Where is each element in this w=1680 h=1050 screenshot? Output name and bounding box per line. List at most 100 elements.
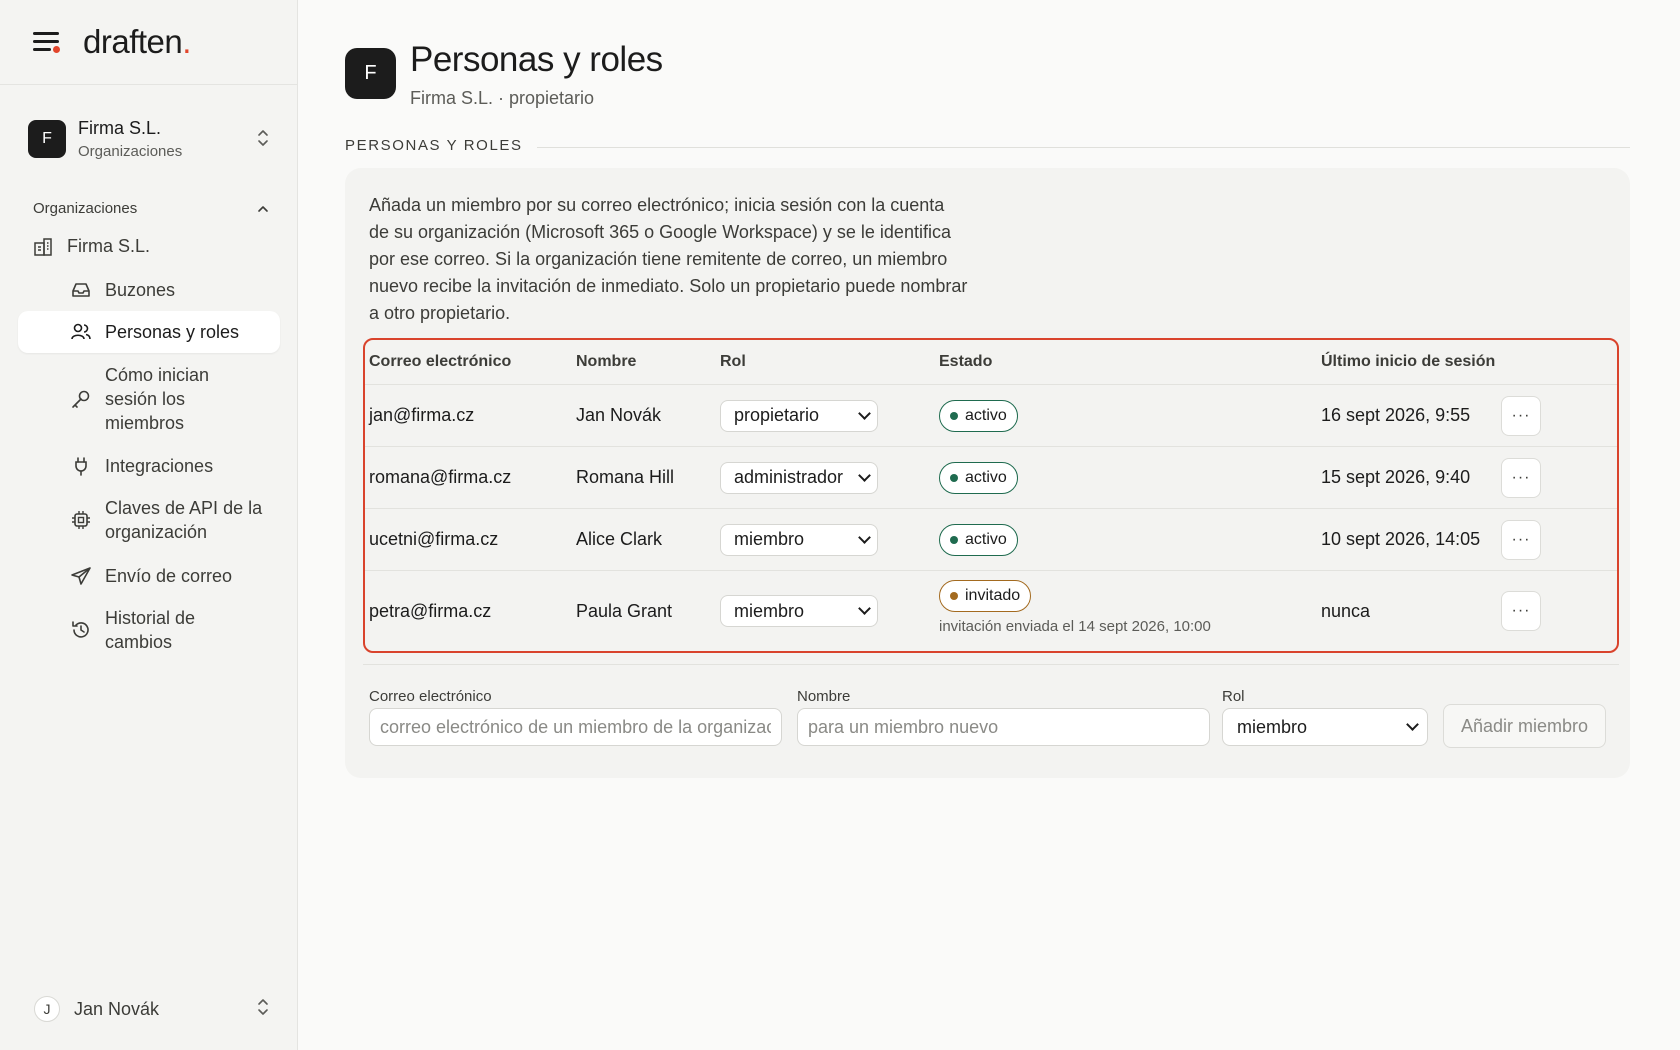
sidebar-item-label: Historial de cambios [105, 608, 196, 652]
sidebar-item-label: Integraciones [105, 456, 214, 476]
chevron-down-icon [858, 602, 871, 615]
member-name: Paula Grant [576, 600, 673, 621]
member-last-login: 16 sept 2026, 9:55 [1321, 405, 1471, 425]
history-icon [72, 621, 89, 638]
status-badge: activo [939, 399, 1018, 432]
column-header-email: Correo electrónico [369, 353, 512, 370]
table-header: Correo electrónico Nombre Rol Estado Últ… [365, 340, 1617, 385]
member-email: ucetni@firma.cz [369, 529, 499, 549]
member-last-login: 15 sept 2026, 9:40 [1321, 467, 1471, 487]
member-name: Alice Clark [576, 529, 663, 549]
chevron-down-icon [858, 406, 871, 420]
status-badge: invitado [939, 580, 1032, 612]
column-header-state: Estado [939, 353, 993, 370]
email-field-label: Correo electrónico [369, 688, 492, 705]
column-header-last-login: Último inicio de sesión [1321, 353, 1496, 370]
inbox-icon [72, 283, 90, 297]
sidebar-item-envio-correo[interactable]: Envío de correo [18, 564, 280, 588]
status-badge: activo [939, 523, 1018, 556]
more-icon: ··· [1511, 406, 1531, 424]
sidebar-item-label: Buzones [105, 280, 176, 300]
brand-logo: draften. [83, 23, 191, 60]
status-badge: activo [939, 461, 1018, 494]
email-field[interactable] [369, 708, 782, 746]
sidebar-item-buzones[interactable]: Buzones [18, 278, 280, 302]
menu-icon[interactable] [33, 31, 60, 53]
chevron-down-icon [1406, 718, 1419, 731]
chevron-up-icon [257, 202, 269, 216]
row-actions-button[interactable]: ··· [1501, 395, 1541, 436]
send-icon [71, 567, 91, 585]
role-select-new-member[interactable]: miembro [1222, 708, 1428, 746]
nav-section-title: Organizaciones [33, 200, 138, 217]
chevron-up-down-icon [254, 128, 272, 150]
sidebar-item-label: Cómo inician sesión los miembros [105, 365, 210, 433]
org-switcher[interactable]: F Firma S.L. Organizaciones [28, 116, 272, 162]
member-email: petra@firma.cz [369, 600, 492, 621]
org-switcher-subtitle: Organizaciones [78, 143, 183, 160]
sidebar-item-como-inician-sesion[interactable]: Cómo inician sesión los miembros [18, 363, 280, 435]
role-select[interactable]: miembro [720, 523, 878, 556]
column-header-name: Nombre [576, 353, 637, 370]
sidebar-item-historial[interactable]: Historial de cambios [18, 606, 280, 654]
sidebar-item-personas-y-roles[interactable]: Personas y roles [18, 311, 280, 353]
org-avatar: F [28, 120, 66, 158]
chevron-down-icon [858, 468, 871, 482]
user-switcher[interactable]: J Jan Novák [34, 994, 270, 1024]
member-name: Jan Novák [576, 405, 662, 425]
table-row: jan@firma.cz Jan Novák propietario activ… [365, 385, 1617, 447]
members-table: Correo electrónico Nombre Rol Estado Últ… [363, 338, 1619, 653]
role-select[interactable]: miembro [720, 595, 878, 627]
more-icon: ··· [1511, 468, 1531, 486]
user-avatar: J [34, 996, 60, 1022]
row-actions-button[interactable]: ··· [1501, 519, 1541, 560]
users-icon [71, 323, 91, 340]
more-icon: ··· [1511, 602, 1531, 619]
key-icon [72, 390, 90, 408]
divider [363, 664, 1619, 665]
sidebar-item-integraciones[interactable]: Integraciones [18, 454, 280, 478]
row-actions-button[interactable]: ··· [1501, 591, 1541, 631]
page-avatar: F [345, 48, 396, 99]
member-last-login: 10 sept 2026, 14:05 [1321, 529, 1481, 549]
nav-section-organizaciones[interactable]: Organizaciones [33, 200, 269, 217]
table-row: ucetni@firma.cz Alice Clark miembro acti… [365, 509, 1617, 571]
member-email: romana@firma.cz [369, 467, 512, 487]
sidebar-item-label: Claves de API de la organización [105, 498, 263, 542]
table-row: romana@firma.cz Romana Hill administrado… [365, 447, 1617, 509]
sidebar-item-label: Personas y roles [105, 322, 240, 342]
chevron-up-down-icon [256, 997, 270, 1022]
building-icon [34, 237, 52, 256]
page-subtitle: Firma S.L. · propietario [410, 88, 595, 108]
sidebar-item-claves-api[interactable]: Claves de API de la organización [18, 496, 280, 544]
brand-header: draften. [0, 0, 297, 85]
user-name: Jan Novák [74, 998, 160, 1019]
members-card: Añada un miembro por su correo electróni… [345, 168, 1630, 778]
chip-icon [72, 511, 90, 529]
member-name: Romana Hill [576, 467, 675, 487]
column-header-role: Rol [720, 353, 746, 370]
add-member-button[interactable]: Añadir miembro [1443, 704, 1606, 748]
sidebar-item-org[interactable]: Firma S.L. [33, 236, 150, 257]
main-content: F Personas y roles Firma S.L. · propieta… [298, 0, 1680, 1050]
plug-icon [75, 457, 87, 476]
sidebar-item-label: Firma S.L. [67, 236, 151, 256]
name-field-label: Nombre [797, 688, 851, 705]
sidebar: draften. F Firma S.L. Organizaciones Org… [0, 0, 298, 1050]
member-email: jan@firma.cz [369, 405, 475, 425]
role-select[interactable]: propietario [720, 399, 878, 432]
role-select[interactable]: administrador [720, 461, 878, 494]
role-field-label: Rol [1222, 688, 1245, 705]
org-switcher-name: Firma S.L. [78, 118, 162, 138]
intro-text: Añada un miembro por su correo electróni… [369, 195, 968, 323]
chevron-down-icon [858, 530, 871, 544]
invitation-note: invitación enviada el 14 sept 2026, 10:0… [939, 618, 1211, 635]
page-header: F Personas y roles Firma S.L. · propieta… [345, 40, 663, 109]
name-field[interactable] [797, 708, 1210, 746]
section-label: PERSONAS Y ROLES [345, 137, 1630, 154]
more-icon: ··· [1511, 530, 1531, 548]
member-last-login: nunca [1321, 600, 1371, 621]
table-row: petra@firma.cz Paula Grant miembro invit… [365, 571, 1617, 651]
page-title: Personas y roles [410, 40, 663, 79]
row-actions-button[interactable]: ··· [1501, 457, 1541, 498]
